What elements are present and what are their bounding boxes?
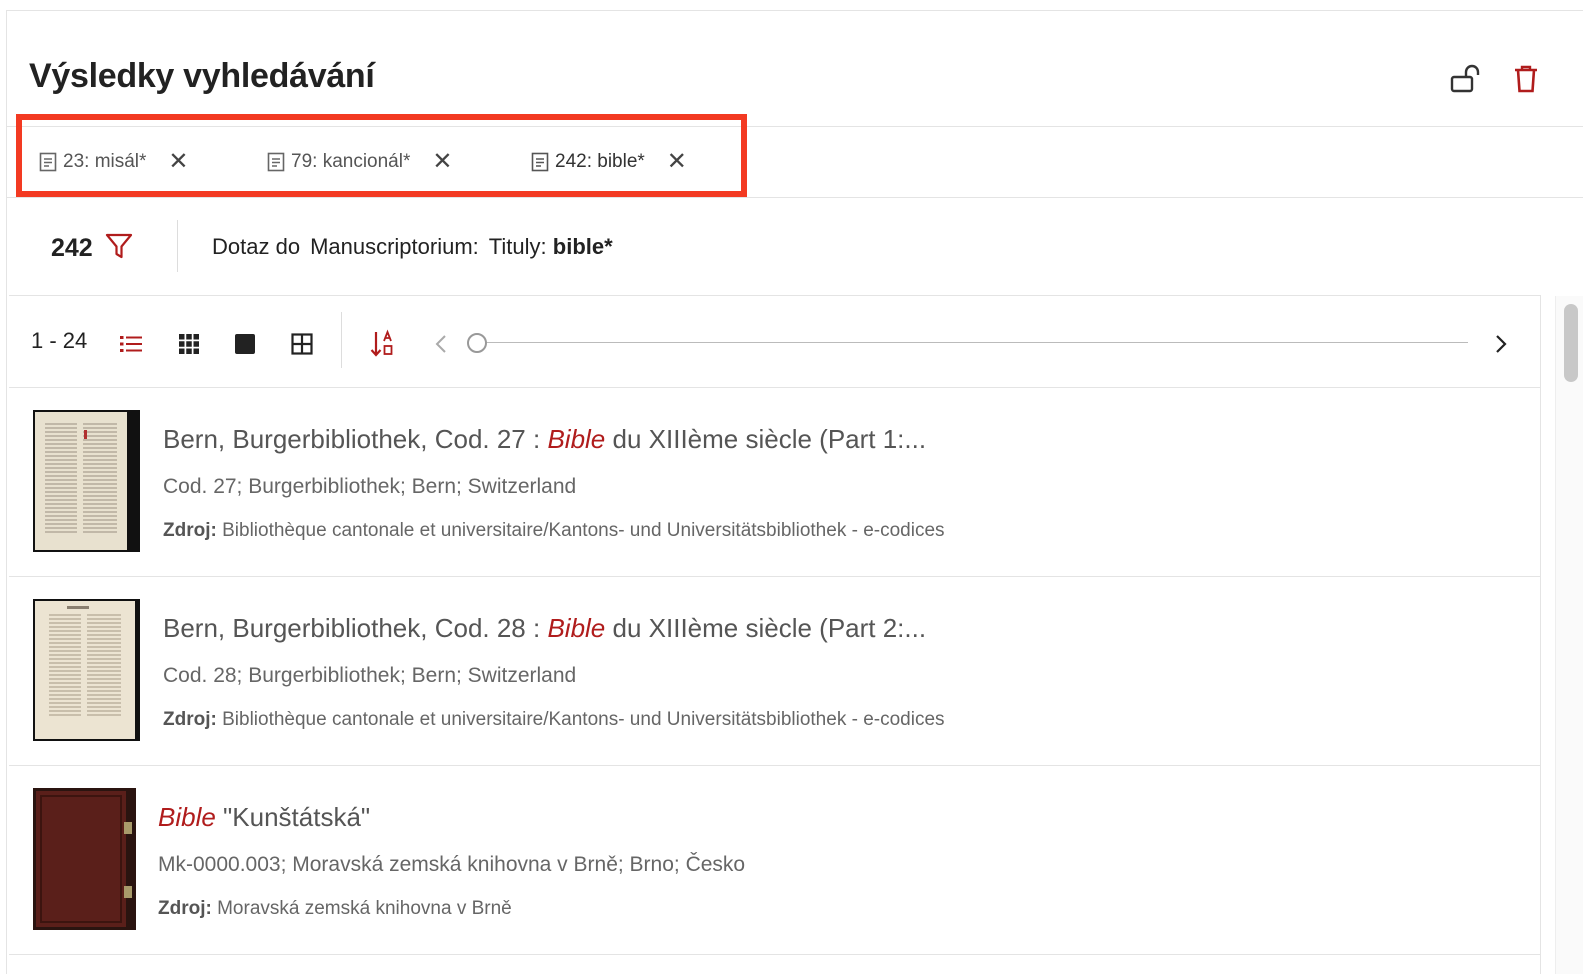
search-results-panel: Výsledky vyhledávání 23: misál* ✕ 79: ka… — [6, 10, 1583, 974]
result-item[interactable]: Bern, Burgerbibliothek, Cod. 28 : Bible … — [9, 577, 1540, 766]
result-title[interactable]: Bern, Burgerbibliothek, Cod. 27 : Bible … — [163, 424, 926, 455]
results-toolbar: 1 - 24 — [9, 296, 1540, 388]
table-view-button[interactable] — [288, 330, 316, 358]
result-count: 242 — [51, 234, 93, 262]
result-source: Zdroj: Moravská zemská knihovna v Brně — [158, 898, 512, 920]
tab-query-242[interactable]: 242: bible* ✕ — [499, 129, 731, 196]
query-prefix: Dotaz do — [212, 234, 301, 259]
query-tabs: 23: misál* ✕ 79: kancionál* ✕ 242: bible… — [19, 129, 731, 197]
result-subtitle: Mk-0000.003; Moravská zemská knihovna v … — [158, 853, 746, 876]
filter-icon — [105, 233, 133, 259]
result-item[interactable]: Bible "Kunštátská" Mk-0000.003; Moravská… — [9, 766, 1540, 955]
tab-label: 242: bible* — [555, 151, 645, 172]
previous-page-button[interactable] — [427, 330, 455, 358]
close-icon[interactable]: ✕ — [667, 150, 687, 174]
header-actions — [1449, 62, 1543, 96]
source-text: Bibliothèque cantonale et universitaire/… — [222, 709, 945, 730]
result-subtitle: Cod. 27; Burgerbibliothek; Bern; Switzer… — [163, 475, 577, 498]
page-slider-handle[interactable] — [467, 333, 487, 353]
unlock-button[interactable] — [1449, 62, 1483, 96]
divider — [7, 126, 1583, 127]
tab-label: 23: misál* — [63, 151, 147, 172]
scrollbar-thumb[interactable] — [1564, 304, 1578, 382]
result-subtitle: Cod. 28; Burgerbibliothek; Bern; Switzer… — [163, 664, 577, 687]
square-icon — [235, 334, 255, 354]
source-label: Zdroj: — [163, 709, 217, 730]
manuscript-thumbnail[interactable] — [33, 410, 140, 552]
page-title: Výsledky vyhledávání — [29, 57, 375, 95]
query-summary: 242 Dotaz do Manuscriptorium: Tituly: bibl… — [7, 198, 1583, 295]
divider — [177, 220, 178, 272]
title-text: Bern, Burgerbibliothek, Cod. 28 : — [163, 613, 548, 643]
manuscript-thumbnail[interactable] — [33, 788, 140, 930]
list-icon — [120, 336, 142, 352]
query-field: Tituly: — [488, 234, 547, 259]
grid-small-view-button[interactable] — [175, 330, 203, 358]
title-text: du XIIIème siècle (Part 2:... — [605, 613, 927, 643]
title-text: "Kunštátská" — [215, 802, 371, 832]
unlock-icon — [1450, 64, 1480, 93]
document-icon — [267, 152, 285, 172]
title-text: Bern, Burgerbibliothek, Cod. 27 : — [163, 424, 548, 454]
results-list: 1 - 24 Bern, Burgerbibliothek, Cod. 27:… — [9, 295, 1541, 974]
page-slider-track[interactable] — [479, 342, 1468, 343]
title-highlight: Bible — [547, 613, 606, 643]
close-icon[interactable]: ✕ — [432, 150, 452, 174]
result-source: Zdroj: Bibliothèque cantonale et univers… — [163, 520, 945, 542]
chevron-left-icon — [435, 335, 446, 353]
delete-button[interactable] — [1509, 62, 1543, 96]
result-range: 1 - 24 — [31, 328, 88, 353]
close-icon[interactable]: ✕ — [168, 150, 188, 174]
grid-small-icon — [179, 334, 199, 354]
query-collection: Manuscriptorium: — [310, 234, 479, 259]
result-title[interactable]: Bible "Kunštátská" — [158, 802, 370, 833]
title-highlight: Bible — [547, 424, 606, 454]
scrollbar[interactable] — [1555, 296, 1583, 974]
title-highlight: Bible — [158, 802, 216, 832]
tab-label: 79: kancionál* — [291, 151, 411, 172]
divider — [341, 312, 342, 368]
title-text: du XIIIème siècle (Part 1:... — [605, 424, 927, 454]
next-page-button[interactable] — [1487, 330, 1515, 358]
tab-query-23[interactable]: 23: misál* ✕ — [19, 129, 245, 195]
result-source: Zdroj: Bibliothèque cantonale et univers… — [163, 709, 945, 731]
query-term: bible* — [552, 234, 613, 259]
grid-icon — [291, 333, 313, 355]
sort-icon — [370, 329, 393, 357]
sort-button[interactable] — [369, 329, 397, 358]
trash-icon — [1515, 65, 1537, 93]
source-text: Moravská zemská knihovna v Brně — [217, 898, 512, 919]
document-icon — [39, 152, 57, 172]
filter-button[interactable] — [105, 232, 133, 265]
query-text: Dotaz do Manuscriptorium: Tituly: bible* — [212, 234, 613, 260]
tab-query-79[interactable]: 79: kancionál* ✕ — [245, 129, 499, 195]
result-item[interactable]: Bern, Burgerbibliothek, Cod. 27 : Bible … — [9, 388, 1540, 577]
list-view-button[interactable] — [117, 330, 145, 358]
source-text: Bibliothèque cantonale et universitaire/… — [222, 520, 945, 541]
document-icon — [531, 152, 549, 172]
large-view-button[interactable] — [231, 330, 259, 358]
manuscript-thumbnail[interactable] — [33, 599, 140, 741]
source-label: Zdroj: — [158, 898, 212, 919]
chevron-right-icon — [1496, 335, 1507, 353]
source-label: Zdroj: — [163, 520, 217, 541]
result-title[interactable]: Bern, Burgerbibliothek, Cod. 28 : Bible … — [163, 613, 926, 644]
